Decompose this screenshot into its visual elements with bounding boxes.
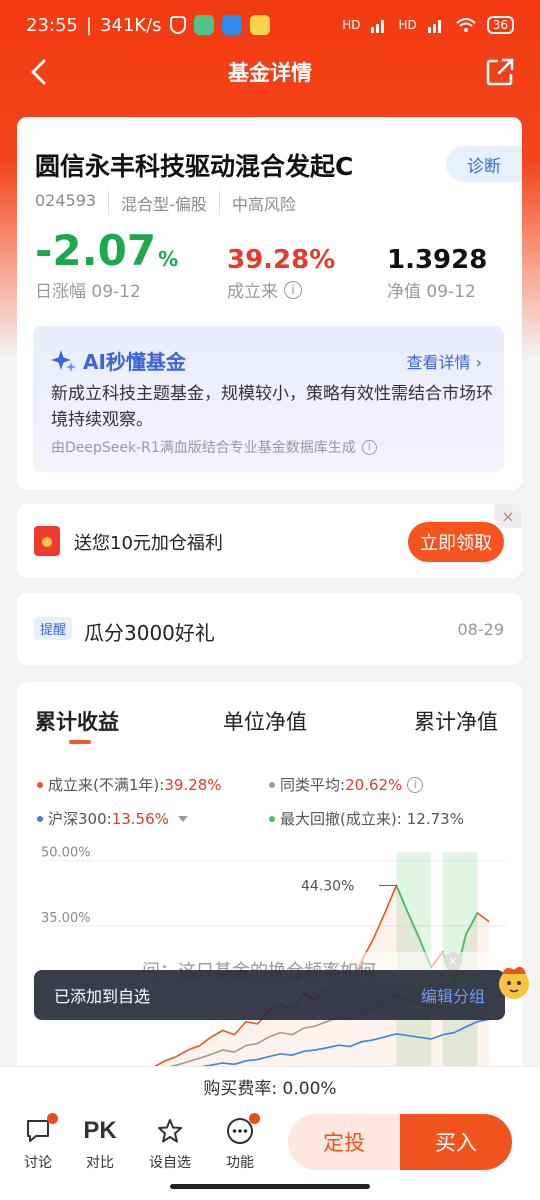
close-icon[interactable]: × bbox=[494, 504, 522, 528]
red-envelope-icon bbox=[34, 526, 60, 556]
share-icon[interactable] bbox=[484, 56, 516, 88]
since-inception-metric: 39.28% 成立来 i bbox=[227, 231, 335, 302]
since-inception-value: 39.28% bbox=[227, 245, 336, 275]
legend-hs300[interactable]: 沪深300: 13.56% bbox=[37, 808, 188, 829]
more-icon bbox=[225, 1113, 260, 1146]
notification-dot bbox=[249, 1113, 260, 1124]
reminder-badge: 提醒 bbox=[34, 617, 73, 640]
daily-change-value: -2.07 bbox=[35, 226, 157, 275]
reminder-text: 瓜分3000好礼 bbox=[84, 621, 215, 645]
performance-chart-card: 累计收益 单位净值 累计净值 成立来(不满1年): 39.28% 同类平均: 20.… bbox=[17, 682, 522, 1082]
reminder-date: 08-29 bbox=[457, 620, 505, 639]
signal-icon: HD bbox=[398, 18, 417, 32]
chevron-down-icon[interactable] bbox=[177, 815, 188, 822]
mute-icon bbox=[169, 16, 186, 34]
toast: 已添加到自选 编辑分组 bbox=[34, 970, 505, 1020]
close-icon[interactable]: × bbox=[444, 952, 462, 970]
tab-unit-nav[interactable]: 单位净值 bbox=[223, 706, 307, 736]
diagnose-button[interactable]: 诊断 bbox=[446, 146, 522, 182]
app-notification-icon bbox=[221, 15, 242, 35]
daily-change-label: 日涨幅 09-12 bbox=[35, 282, 141, 302]
status-time: 23:55 bbox=[26, 14, 78, 36]
wifi-icon bbox=[456, 18, 476, 32]
nav-bar: 基金详情 bbox=[0, 50, 540, 94]
ai-title: AI秒懂基金 bbox=[51, 346, 186, 375]
tab-cumulative-nav[interactable]: 累计净值 bbox=[414, 706, 498, 736]
ai-summary-box[interactable]: AI秒懂基金 查看详情 › 新成立科技主题基金，规模较小，策略有效性需结合市场环… bbox=[33, 326, 504, 472]
nav-value: 1.3928 bbox=[387, 245, 488, 275]
fund-risk: 中高风险 bbox=[231, 195, 296, 214]
fund-code: 024593 bbox=[35, 191, 110, 215]
daily-change-unit: % bbox=[158, 247, 179, 271]
legend-drawdown: 最大回撤(成立来): 12.73% bbox=[269, 808, 464, 829]
promo-text: 送您10元加仓福利 bbox=[74, 533, 223, 554]
fund-type: 混合型-偏股 bbox=[121, 191, 220, 215]
toast-message: 已添加到自选 bbox=[54, 987, 151, 1006]
discuss-button[interactable]: 讨论 bbox=[10, 1113, 66, 1172]
fund-summary-card: 圆信永丰科技驱动混合发起C 诊断 024593 混合型-偏股 中高风险 -2.0… bbox=[17, 117, 522, 490]
signal-bars-icon bbox=[427, 20, 441, 33]
y-tick-label: 50.00% bbox=[41, 846, 91, 861]
nav-label: 净值 09-12 bbox=[387, 282, 476, 302]
home-indicator bbox=[170, 1184, 370, 1189]
edit-group-link[interactable]: 编辑分组 bbox=[421, 983, 485, 1007]
signal-icon: HD bbox=[342, 18, 361, 32]
battery-icon: 36 bbox=[486, 16, 514, 34]
notification-dot bbox=[47, 1113, 58, 1124]
buy-button[interactable]: 买入 bbox=[400, 1114, 512, 1170]
active-tab-indicator bbox=[69, 740, 91, 744]
info-icon[interactable]: i bbox=[407, 776, 424, 793]
info-icon[interactable]: i bbox=[361, 439, 377, 455]
back-arrow-icon[interactable] bbox=[24, 56, 54, 88]
ai-source-note: 由DeepSeek-R1满血版结合专业基金数据库生成 i bbox=[51, 437, 377, 457]
signal-bars-icon bbox=[371, 20, 385, 33]
ai-summary-text: 新成立科技主题基金，规模较小，策略有效性需结合市场环境持续观察。 bbox=[51, 384, 493, 430]
fixed-investment-button[interactable]: 定投 bbox=[288, 1114, 400, 1170]
tab-cumulative-return[interactable]: 累计收益 bbox=[35, 706, 119, 736]
purchase-fee: 购买费率: 0.00% bbox=[0, 1066, 540, 1106]
fund-tags: 024593 混合型-偏股 中高风险 bbox=[35, 191, 320, 215]
legend-dot bbox=[269, 815, 275, 822]
promo-card: 送您10元加仓福利 立即领取 × bbox=[17, 504, 522, 578]
reminder-card[interactable]: 提醒 瓜分3000好礼 08-29 bbox=[17, 593, 522, 665]
y-tick-label: 35.00% bbox=[41, 911, 91, 926]
compare-button[interactable]: PK 对比 bbox=[72, 1116, 128, 1172]
app-notification-icon bbox=[249, 15, 270, 35]
add-watchlist-button[interactable]: 设自选 bbox=[142, 1116, 198, 1172]
legend-peer: 同类平均: 20.62% i bbox=[269, 774, 424, 795]
claim-button[interactable]: 立即领取 bbox=[408, 522, 504, 562]
app-notification-icon bbox=[193, 15, 214, 35]
assistant-mascot-icon[interactable] bbox=[492, 960, 536, 1004]
nav-metric: 1.3928 净值 09-12 bbox=[387, 231, 487, 302]
legend-dot bbox=[269, 781, 275, 788]
ai-view-details-link[interactable]: 查看详情 › bbox=[407, 349, 483, 373]
sparkle-icon bbox=[51, 349, 76, 372]
status-speed: 341K/s bbox=[99, 14, 162, 36]
daily-change-metric: -2.07% 日涨幅 09-12 bbox=[35, 226, 179, 302]
pk-icon: PK bbox=[83, 1117, 117, 1144]
legend-dot bbox=[37, 781, 43, 788]
peak-annotation: 44.30% bbox=[301, 879, 354, 895]
legend-fund: 成立来(不满1年): 39.28% bbox=[37, 774, 222, 795]
chat-bubble-icon bbox=[23, 1113, 58, 1146]
since-inception-label: 成立来 bbox=[227, 282, 278, 302]
star-icon bbox=[155, 1116, 185, 1146]
info-icon[interactable]: i bbox=[284, 280, 302, 299]
page-title: 基金详情 bbox=[228, 61, 312, 85]
status-bar: 23:55 | 341K/s HD HD 36 bbox=[0, 0, 540, 50]
fund-name: 圆信永丰科技驱动混合发起C bbox=[35, 152, 354, 181]
function-button[interactable]: 功能 bbox=[212, 1113, 268, 1172]
legend-dot bbox=[37, 815, 43, 822]
